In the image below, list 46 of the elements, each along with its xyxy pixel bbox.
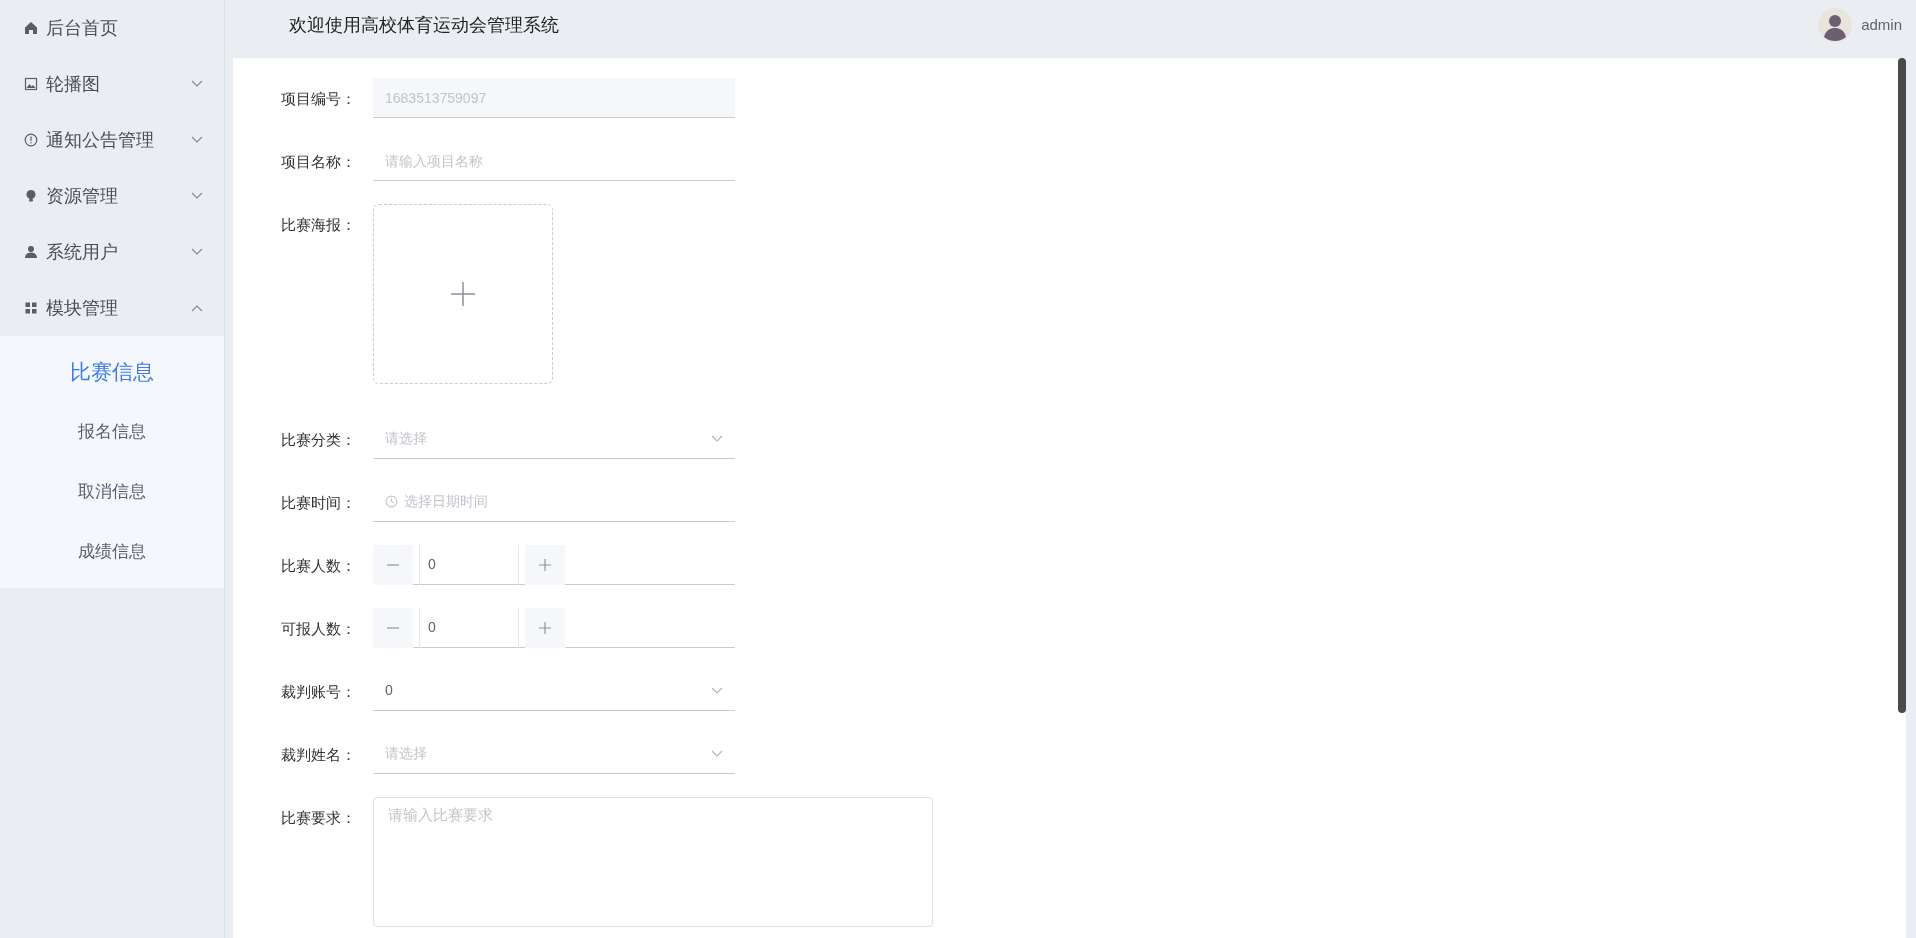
field-label: 比赛分类：	[281, 430, 357, 450]
image-icon	[24, 77, 38, 91]
avatar-icon	[1817, 7, 1854, 43]
decrement-button[interactable]	[373, 544, 413, 585]
user-icon	[24, 245, 38, 259]
plus-icon	[450, 281, 476, 307]
text-area[interactable]: 请输入比赛要求	[373, 797, 933, 927]
submenu-item[interactable]: 报名信息	[0, 402, 224, 462]
increment-button[interactable]	[525, 607, 565, 648]
sidebar-item[interactable]: 轮播图	[0, 56, 224, 112]
plus-icon	[539, 621, 551, 634]
sidebar-item[interactable]: 资源管理	[0, 168, 224, 224]
scrollbar-thumb[interactable]	[1898, 58, 1906, 713]
field-label: 比赛时间：	[281, 493, 357, 513]
plus-icon	[539, 558, 551, 571]
page-title: 欢迎使用高校体育运动会管理系统	[289, 13, 560, 37]
submenu-item[interactable]: 成绩信息	[0, 522, 224, 582]
number-input[interactable]: 0	[419, 607, 519, 648]
submenu-item[interactable]: 比赛信息	[0, 342, 224, 402]
chevron-down-icon	[711, 750, 723, 757]
grid-icon	[24, 301, 38, 315]
field-label: 项目名称：	[281, 152, 357, 172]
number-input[interactable]: 0	[419, 544, 519, 585]
field-label: 裁判账号：	[281, 682, 357, 702]
sidebar-item[interactable]: 系统用户	[0, 224, 224, 280]
submenu-item[interactable]: 取消信息	[0, 462, 224, 522]
select-field[interactable]: 0	[373, 671, 735, 711]
clock-icon	[385, 495, 398, 508]
sidebar-item[interactable]: 后台首页	[0, 0, 224, 56]
field-label: 可报人数：	[281, 619, 357, 639]
increment-button[interactable]	[525, 544, 565, 585]
decrement-button[interactable]	[373, 607, 413, 648]
bulb-icon	[24, 189, 38, 203]
chevron-down-icon	[711, 435, 723, 442]
upload-area[interactable]	[373, 204, 553, 384]
chevron-down-icon	[711, 687, 723, 694]
info-icon	[24, 133, 38, 147]
sidebar-item[interactable]: 模块管理	[0, 280, 224, 336]
field-label: 比赛要求：	[281, 808, 357, 828]
sidebar-item[interactable]: 通知公告管理	[0, 112, 224, 168]
field-label: 裁判姓名：	[281, 745, 357, 765]
home-icon	[24, 21, 38, 35]
username[interactable]: admin	[1861, 13, 1902, 37]
field-label: 比赛海报：	[281, 215, 357, 235]
field-label: 比赛人数：	[281, 556, 357, 576]
field-label: 项目编号：	[281, 89, 357, 109]
